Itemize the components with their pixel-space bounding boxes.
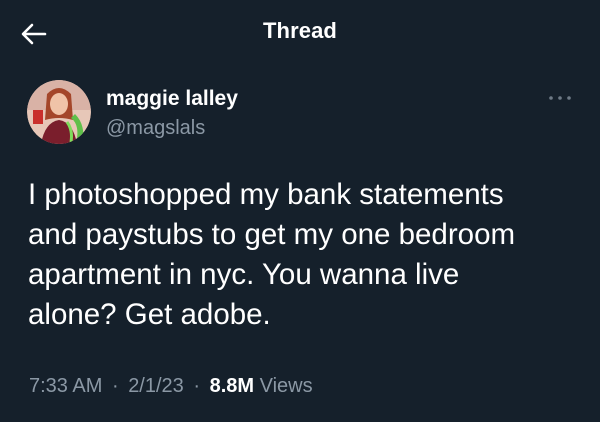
meta-separator: · — [193, 375, 201, 397]
avatar[interactable] — [27, 80, 91, 144]
avatar-image — [27, 80, 91, 144]
tweet-thread-screen: Thread maggie lalley @magslals I photosh… — [0, 0, 600, 422]
author-name[interactable]: maggie lalley — [106, 87, 238, 111]
tweet-meta: 7:33 AM · 2/1/23 · 8.8M Views — [29, 375, 313, 398]
author-handle[interactable]: @magslals — [106, 117, 205, 140]
page-title: Thread — [263, 18, 337, 43]
meta-separator: · — [111, 375, 119, 397]
top-bar: Thread — [0, 0, 600, 62]
tweet-date[interactable]: 2/1/23 — [128, 375, 184, 397]
more-options-button[interactable] — [544, 86, 576, 110]
views-count: 8.8M — [209, 375, 255, 397]
tweet-time[interactable]: 7:33 AM — [29, 375, 102, 397]
tweet-author: maggie lalley @magslals — [27, 80, 573, 148]
more-horizontal-icon — [549, 96, 571, 100]
views-label: Views — [259, 375, 313, 397]
tweet-text: I photoshopped my bank statements and pa… — [28, 178, 516, 331]
